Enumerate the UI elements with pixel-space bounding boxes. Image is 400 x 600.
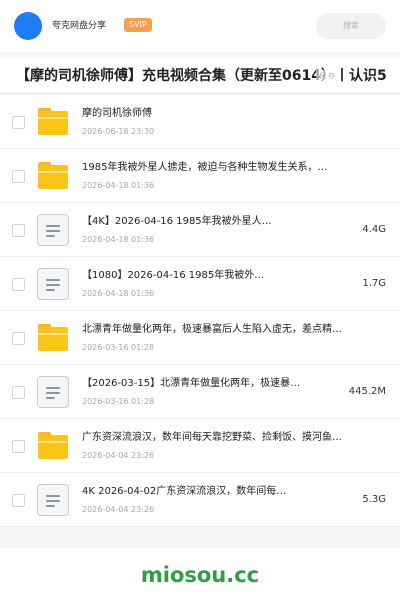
select-checkbox[interactable] (12, 494, 25, 507)
folder-icon (38, 108, 68, 136)
file-row[interactable]: 1985年我被外星人掳走，被迫与各种生物发生关系，… 2026-04-18 01… (0, 149, 400, 203)
file-date: 2026-04-04 23:26 (82, 451, 155, 460)
file-name: 北漂青年做量化两年，极速暴富后人生陷入虚无，差点精… (82, 324, 342, 335)
file-date: 2026-03-16 01:28 (82, 397, 155, 406)
file-list: 摩的司机徐师傅 2026-06-18 23:30 1985年我被外星人掳走，被迫… (0, 95, 400, 527)
select-checkbox[interactable] (12, 386, 25, 399)
folder-icon (38, 324, 68, 352)
file-date: 2026-04-18 01:36 (82, 181, 155, 190)
file-name: 【2026-03-15】北漂青年做量化两年，极速暴… (82, 378, 301, 389)
title-overlay-text: 保 存 (316, 70, 339, 82)
select-checkbox[interactable] (12, 278, 25, 291)
file-name: 【1080】2026-04-16 1985年我被外… (82, 270, 265, 281)
file-name: 摩的司机徐师傅 (82, 108, 152, 119)
file-size: 5.3G (362, 494, 386, 505)
document-icon (37, 376, 69, 408)
username[interactable]: 夸克网盘分享 (52, 19, 106, 33)
file-row[interactable]: 【2026-03-15】北漂青年做量化两年，极速暴… 2026-03-16 01… (0, 365, 400, 419)
file-row[interactable]: 广东资深流浪汉，数年间每天靠挖野菜、捡剩饭、摸河鱼… 2026-04-04 23… (0, 419, 400, 473)
file-row[interactable]: 摩的司机徐师傅 2026-06-18 23:30 (0, 95, 400, 149)
file-row[interactable]: 北漂青年做量化两年，极速暴富后人生陷入虚无，差点精… 2026-03-16 01… (0, 311, 400, 365)
top-header: 夸克网盘分享 SVIP 搜索 (0, 0, 400, 52)
file-row[interactable]: 4K 2026-04-02广东资深流浪汉，数年间每… 2026-04-04 23… (0, 473, 400, 527)
document-icon (37, 214, 69, 246)
file-row[interactable]: 【1080】2026-04-16 1985年我被外… 2026-04-18 01… (0, 257, 400, 311)
select-checkbox[interactable] (12, 224, 25, 237)
select-checkbox[interactable] (12, 440, 25, 453)
folder-icon (38, 432, 68, 460)
file-name: 广东资深流浪汉，数年间每天靠挖野菜、捡剩饭、摸河鱼… (82, 432, 342, 443)
select-checkbox[interactable] (12, 170, 25, 183)
svip-badge: SVIP (124, 18, 152, 32)
document-icon (37, 268, 69, 300)
file-date: 2026-04-18 01:36 (82, 235, 155, 244)
document-icon (37, 484, 69, 516)
file-size: 1.7G (362, 278, 386, 289)
file-name: 1985年我被外星人掳走，被迫与各种生物发生关系，… (82, 162, 328, 173)
file-date: 2026-03-16 01:28 (82, 343, 155, 352)
site-brand[interactable]: miosou.cc (0, 562, 400, 588)
footer: miosou.cc (0, 548, 400, 600)
file-date: 2026-04-18 01:36 (82, 289, 155, 298)
file-size: 4.4G (362, 224, 386, 235)
share-title-bar: 【摩的司机徐师傅】充电视频合集（更新至0614）丨认识5 保 存 (0, 58, 400, 94)
user-avatar[interactable] (14, 12, 42, 40)
file-date: 2026-04-04 23:26 (82, 505, 155, 514)
file-size: 445.2M (348, 386, 386, 397)
folder-icon (38, 162, 68, 190)
file-name: 【4K】2026-04-16 1985年我被外星人… (82, 216, 272, 227)
select-checkbox[interactable] (12, 116, 25, 129)
search-button[interactable]: 搜索 (316, 13, 386, 39)
file-date: 2026-06-18 23:30 (82, 127, 155, 136)
file-row[interactable]: 【4K】2026-04-16 1985年我被外星人… 2026-04-18 01… (0, 203, 400, 257)
select-checkbox[interactable] (12, 332, 25, 345)
file-name: 4K 2026-04-02广东资深流浪汉，数年间每… (82, 486, 287, 497)
